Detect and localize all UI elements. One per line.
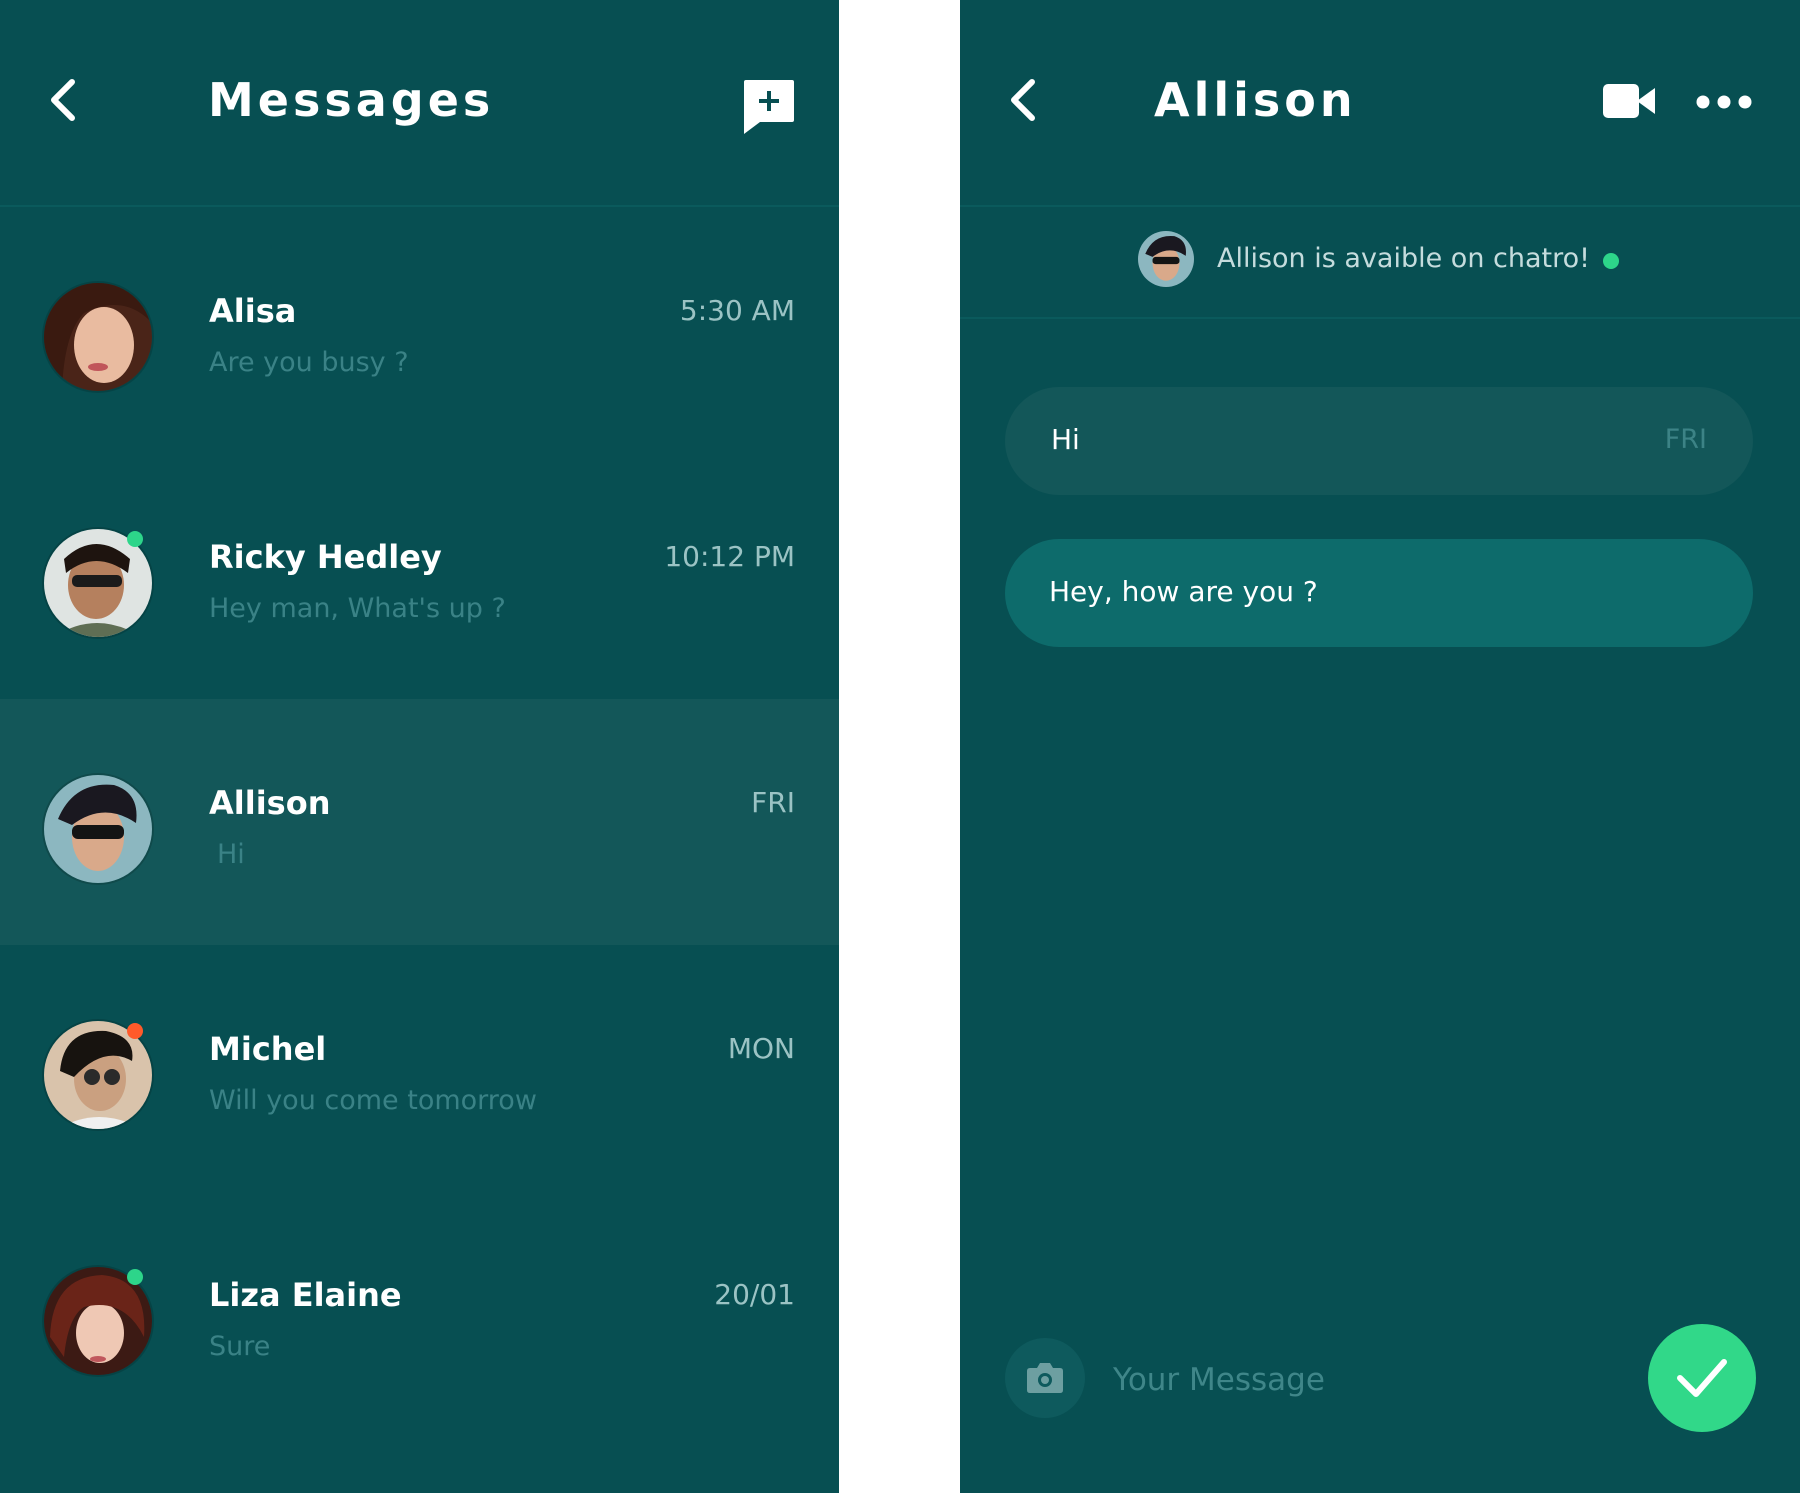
conversation-name: Liza Elaine (209, 1276, 402, 1314)
avatar (44, 775, 152, 883)
availability-text: Allison is avaible on chatro! (1217, 243, 1590, 274)
message-text: Hey, how are you ? (1049, 575, 1318, 608)
chevron-left-icon[interactable] (1004, 76, 1044, 124)
chat-title: Allison (1154, 73, 1357, 127)
conversation-preview: Hey man, What's up ? (209, 593, 506, 624)
conversation-preview: Hi (217, 839, 245, 870)
camera-icon (1027, 1363, 1063, 1393)
conversation-row[interactable]: Liza Elaine Sure 20/01 (0, 1191, 839, 1437)
send-button[interactable] (1648, 1324, 1756, 1432)
conversation-time: MON (727, 1032, 795, 1065)
conversation-row[interactable]: Michel Will you come tomorrow MON (0, 945, 839, 1191)
conversation-name: Allison (209, 784, 331, 822)
conversation-time: 10:12 PM (664, 540, 795, 573)
page-title: Messages (208, 73, 495, 127)
conversation-preview: Will you come tomorrow (209, 1085, 537, 1116)
conversation-time: 20/01 (714, 1278, 795, 1311)
conversation-preview: Are you busy ? (209, 347, 409, 378)
messages-screen: Messages Alisa Are you busy ? 5:30 AM Ri… (0, 0, 839, 1493)
conversation-name: Michel (209, 1030, 327, 1068)
conversation-name: Alisa (209, 292, 297, 330)
message-text: Hi (1051, 423, 1080, 456)
message-input[interactable] (1113, 1356, 1553, 1404)
conversation-row[interactable]: Ricky Hedley Hey man, What's up ? 10:12 … (0, 453, 839, 699)
avatar (44, 283, 152, 391)
busy-status-dot (127, 1023, 143, 1039)
chat-screen: Allison Allison is avaible on chatro! Hi… (960, 0, 1800, 1493)
message-time: FRI (1664, 424, 1707, 455)
camera-button[interactable] (1005, 1338, 1085, 1418)
conversation-row-selected[interactable]: Allison Hi FRI (0, 699, 839, 945)
new-message-icon[interactable] (740, 78, 796, 134)
chevron-left-icon[interactable] (44, 76, 84, 124)
conversation-row[interactable]: Alisa Are you busy ? 5:30 AM (0, 207, 839, 453)
avatar (1138, 231, 1194, 287)
more-dots-icon[interactable] (1696, 94, 1752, 110)
online-status-dot (1603, 253, 1619, 269)
conversation-name: Ricky Hedley (209, 538, 442, 576)
online-status-dot (127, 531, 143, 547)
checkmark-icon (1677, 1359, 1727, 1397)
message-bubble-incoming: Hi FRI (1005, 387, 1753, 495)
online-status-dot (127, 1269, 143, 1285)
message-bubble-outgoing: Hey, how are you ? (1005, 539, 1753, 647)
conversation-time: FRI (751, 786, 795, 819)
conversation-time: 5:30 AM (679, 294, 795, 327)
conversation-preview: Sure (209, 1331, 271, 1362)
availability-bar: Allison is avaible on chatro! (960, 205, 1800, 319)
video-camera-icon[interactable] (1603, 82, 1655, 120)
